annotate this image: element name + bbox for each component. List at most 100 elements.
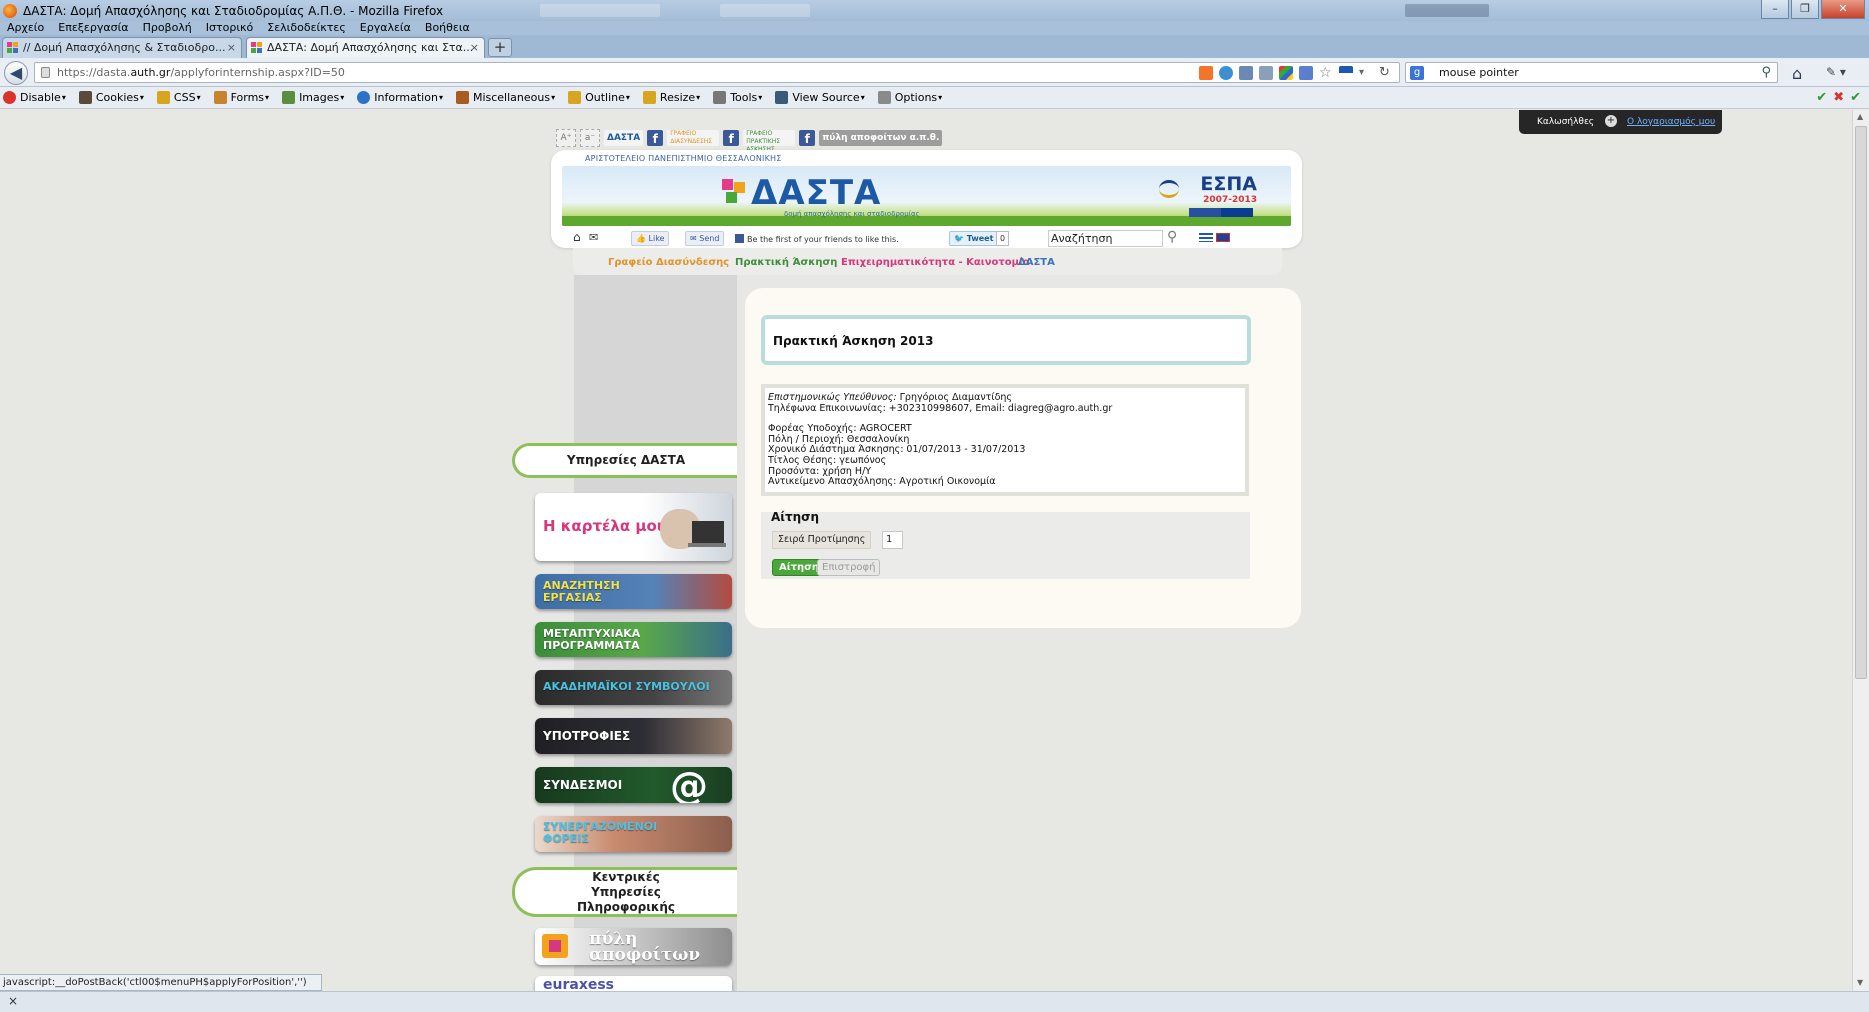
mail-icon[interactable]: ✉	[589, 231, 598, 244]
bookmark-star-icon[interactable]: ☆	[1319, 66, 1333, 80]
site-title[interactable]: ΔΑΣΤΑ	[751, 173, 881, 213]
facebook-icon[interactable]: f	[647, 130, 664, 146]
tab-close-icon[interactable]: ×	[227, 38, 236, 58]
greek-flag-icon[interactable]	[1199, 233, 1213, 242]
main-content-card: Πρακτική Άσκηση 2013 Επιστημονικώς Υπεύθ…	[745, 288, 1301, 628]
maximize-button[interactable]: ❐	[1791, 0, 1819, 19]
dev-tools[interactable]: Tools ▾	[710, 91, 762, 104]
menu-bookmarks[interactable]: Σελιδοδείκτες	[260, 21, 353, 35]
supervisor-line: Επιστημονικώς Υπεύθυνος: Γρηγόριος Διαμα…	[768, 392, 1012, 403]
addon-moon-icon[interactable]	[1219, 66, 1233, 80]
font-decrease-button[interactable]: a⁻	[580, 129, 600, 147]
alumni-portal-logo-link[interactable]: πύλη αποφοίτων α.π.θ.	[819, 130, 943, 146]
site-subtitle: δομή απασχόλησης και σταδιοδρομίας	[784, 210, 920, 218]
dev-cookies[interactable]: Cookies ▾	[76, 91, 144, 104]
tab-liaison-office[interactable]: Γραφείο Διασύνδεσης	[608, 257, 729, 268]
dev-forms[interactable]: Forms ▾	[211, 91, 269, 104]
back-arrow-icon[interactable]: ◀	[4, 61, 28, 85]
alumni-portal-icon	[542, 934, 568, 958]
dev-options[interactable]: Options ▾	[875, 91, 942, 104]
url-bar[interactable]: https://dasta.auth.gr/applyforinternship…	[34, 62, 1400, 83]
google-icon[interactable]: g	[1410, 66, 1424, 80]
menu-tools[interactable]: Εργαλεία	[353, 21, 418, 35]
dev-disable[interactable]: Disable ▾	[0, 91, 66, 104]
espa-label: ΕΣΠΑ	[1200, 173, 1257, 195]
tab-entrepreneurship[interactable]: Επιχειρηματικότητα - Καινοτομία	[841, 257, 1030, 268]
dev-resize[interactable]: Resize ▾	[640, 91, 700, 104]
addon-flag-icon[interactable]	[1299, 66, 1313, 80]
tab-dasta-1[interactable]: // Δομή Απασχόλησης & Σταδιοδρο... ×	[2, 37, 242, 58]
back-button[interactable]: Επιστροφή	[817, 559, 881, 576]
dev-miscellaneous[interactable]: Miscellaneous ▾	[453, 91, 555, 104]
dev-information[interactable]: Information ▾	[354, 91, 443, 104]
uk-flag-icon[interactable]	[1216, 233, 1230, 242]
facebook-icon[interactable]: f	[799, 130, 816, 146]
euraxess-banner[interactable]: euraxess	[535, 976, 732, 991]
my-account-link[interactable]: Ο λογαριασμός μου	[1627, 117, 1715, 127]
facebook-icon[interactable]: f	[723, 130, 740, 146]
dropdown-arrow-icon[interactable]: ▾	[1359, 66, 1373, 80]
menu-bar: Αρχείο Επεξεργασία Προβολή Ιστορικό Σελι…	[0, 21, 1869, 35]
minimize-button[interactable]: –	[1761, 0, 1789, 19]
sidebar-item-academic-advisors[interactable]: ΑΚΑΔΗΜΑΪΚΟΙ ΣΥΜΒΟΥΛΟΙ	[535, 670, 732, 705]
search-magnifier-icon[interactable]: ⚲	[1761, 65, 1771, 80]
menu-help[interactable]: Βοήθεια	[418, 21, 477, 35]
vertical-scrollbar[interactable]: ▲ ▼	[1852, 110, 1869, 991]
font-increase-button[interactable]: A⁺	[556, 129, 576, 147]
dev-outline[interactable]: Outline ▾	[565, 91, 630, 104]
scrollbar-thumb[interactable]	[1855, 126, 1867, 679]
site-search-input[interactable]: Αναζήτηση	[1048, 230, 1163, 247]
addon-table-icon[interactable]	[1259, 66, 1273, 80]
tab-internship[interactable]: Πρακτική Άσκηση	[735, 257, 837, 268]
tab-dasta-2[interactable]: ΔΑΣΤΑ: Δομή Απασχόλησης και Στα... ×	[246, 37, 485, 58]
window-titlebar: ΔΑΣΤΑ: Δομή Απασχόλησης και Σταδιοδρομία…	[0, 0, 1869, 21]
dev-images[interactable]: Images ▾	[279, 91, 344, 104]
language-flag-icon[interactable]	[1339, 66, 1353, 80]
error-icon[interactable]: ✖	[1833, 90, 1844, 105]
addon-windows-icon[interactable]	[1279, 66, 1293, 80]
sidebar-item-scholarships[interactable]: ΥΠΟΤΡΟΦΙΕΣ	[535, 718, 732, 754]
scroll-up-icon[interactable]: ▲	[1857, 112, 1863, 121]
sidebar-item-job-search[interactable]: ΑΝΑΖΗΤΗΣΗ ΕΡΓΑΣΙΑΣ	[535, 574, 732, 609]
user-bar: Καλωσήλθες + Ο λογαριασμός μου	[1519, 110, 1722, 134]
sidebar-item-my-profile[interactable]: Η καρτέλα μου	[535, 493, 732, 561]
menu-view[interactable]: Προβολή	[136, 21, 199, 35]
addon-grid-icon[interactable]	[1239, 66, 1253, 80]
tab-dasta[interactable]: ΔΑΣΤΑ	[1018, 257, 1055, 268]
sidebar-item-partners[interactable]: ΣΥΝΕΡΓΑΖΟΜΕΝΟΙ ΦΟΡΕΙΣ	[535, 816, 732, 852]
addon-bar: ×	[0, 991, 1869, 1012]
alumni-portal-banner[interactable]: πύλη αποφοίτων	[535, 928, 732, 965]
internship-office-logo-link[interactable]: ΓΡΑΦΕΙΟ ΠΡΑΚΤΙΚΗΣ ΑΣΚΗΣΗΣ	[743, 130, 796, 153]
priority-label: Σειρά Προτίμησης	[772, 531, 872, 549]
resize-icon	[642, 91, 656, 104]
web-search-bar[interactable]: g mouse pointer ⚲	[1405, 62, 1778, 83]
liaison-office-logo-link[interactable]: ΓΡΑΦΕΙΟ ΔΙΑΣΥΝΔΕΣΗΣ	[667, 130, 720, 146]
facebook-like-button[interactable]: 👍 Like	[631, 231, 670, 246]
menu-history[interactable]: Ιστορικό	[199, 21, 261, 35]
addon-menu-icon[interactable]: ✎ ▾	[1826, 65, 1846, 79]
tab-close-icon[interactable]: ×	[470, 38, 479, 58]
dev-css[interactable]: CSS ▾	[154, 91, 201, 104]
rss-icon[interactable]	[1199, 66, 1213, 80]
valid-check-icon[interactable]: ✔	[1850, 90, 1861, 105]
sidebar-item-links[interactable]: ΣΥΝΔΕΣΜΟΙ @	[535, 767, 732, 803]
dev-view-source[interactable]: View Source ▾	[772, 91, 865, 104]
close-window-button[interactable]: ✕	[1821, 0, 1865, 19]
close-addon-bar-icon[interactable]: ×	[8, 994, 18, 1008]
search-icon[interactable]: ⚲	[1167, 229, 1177, 245]
sidebar-item-postgraduate[interactable]: ΜΕΤΑΠΤΥΧΙΑΚΑ ΠΡΟΓΡΑΜΜΑΤΑ	[535, 622, 732, 657]
dasta-logo-link[interactable]: ΔΑΣΤΑ	[604, 130, 644, 146]
home-icon[interactable]: ⌂	[1792, 64, 1802, 83]
valid-check-icon[interactable]: ✔	[1816, 90, 1827, 105]
home-icon[interactable]: ⌂	[573, 230, 581, 244]
facebook-send-button[interactable]: ✉ Send	[685, 231, 725, 246]
scroll-down-icon[interactable]: ▼	[1857, 978, 1863, 987]
new-tab-button[interactable]: +	[488, 38, 512, 57]
internship-details: Επιστημονικώς Υπεύθυνος: Γρηγόριος Διαμα…	[761, 384, 1249, 496]
tweet-count: 0	[996, 231, 1010, 246]
menu-file[interactable]: Αρχείο	[0, 21, 51, 35]
reload-icon[interactable]: ↻	[1379, 66, 1393, 80]
menu-edit[interactable]: Επεξεργασία	[51, 21, 135, 35]
tweet-button[interactable]: 🐦 Tweet	[949, 231, 999, 246]
priority-input[interactable]: 1	[882, 531, 903, 549]
